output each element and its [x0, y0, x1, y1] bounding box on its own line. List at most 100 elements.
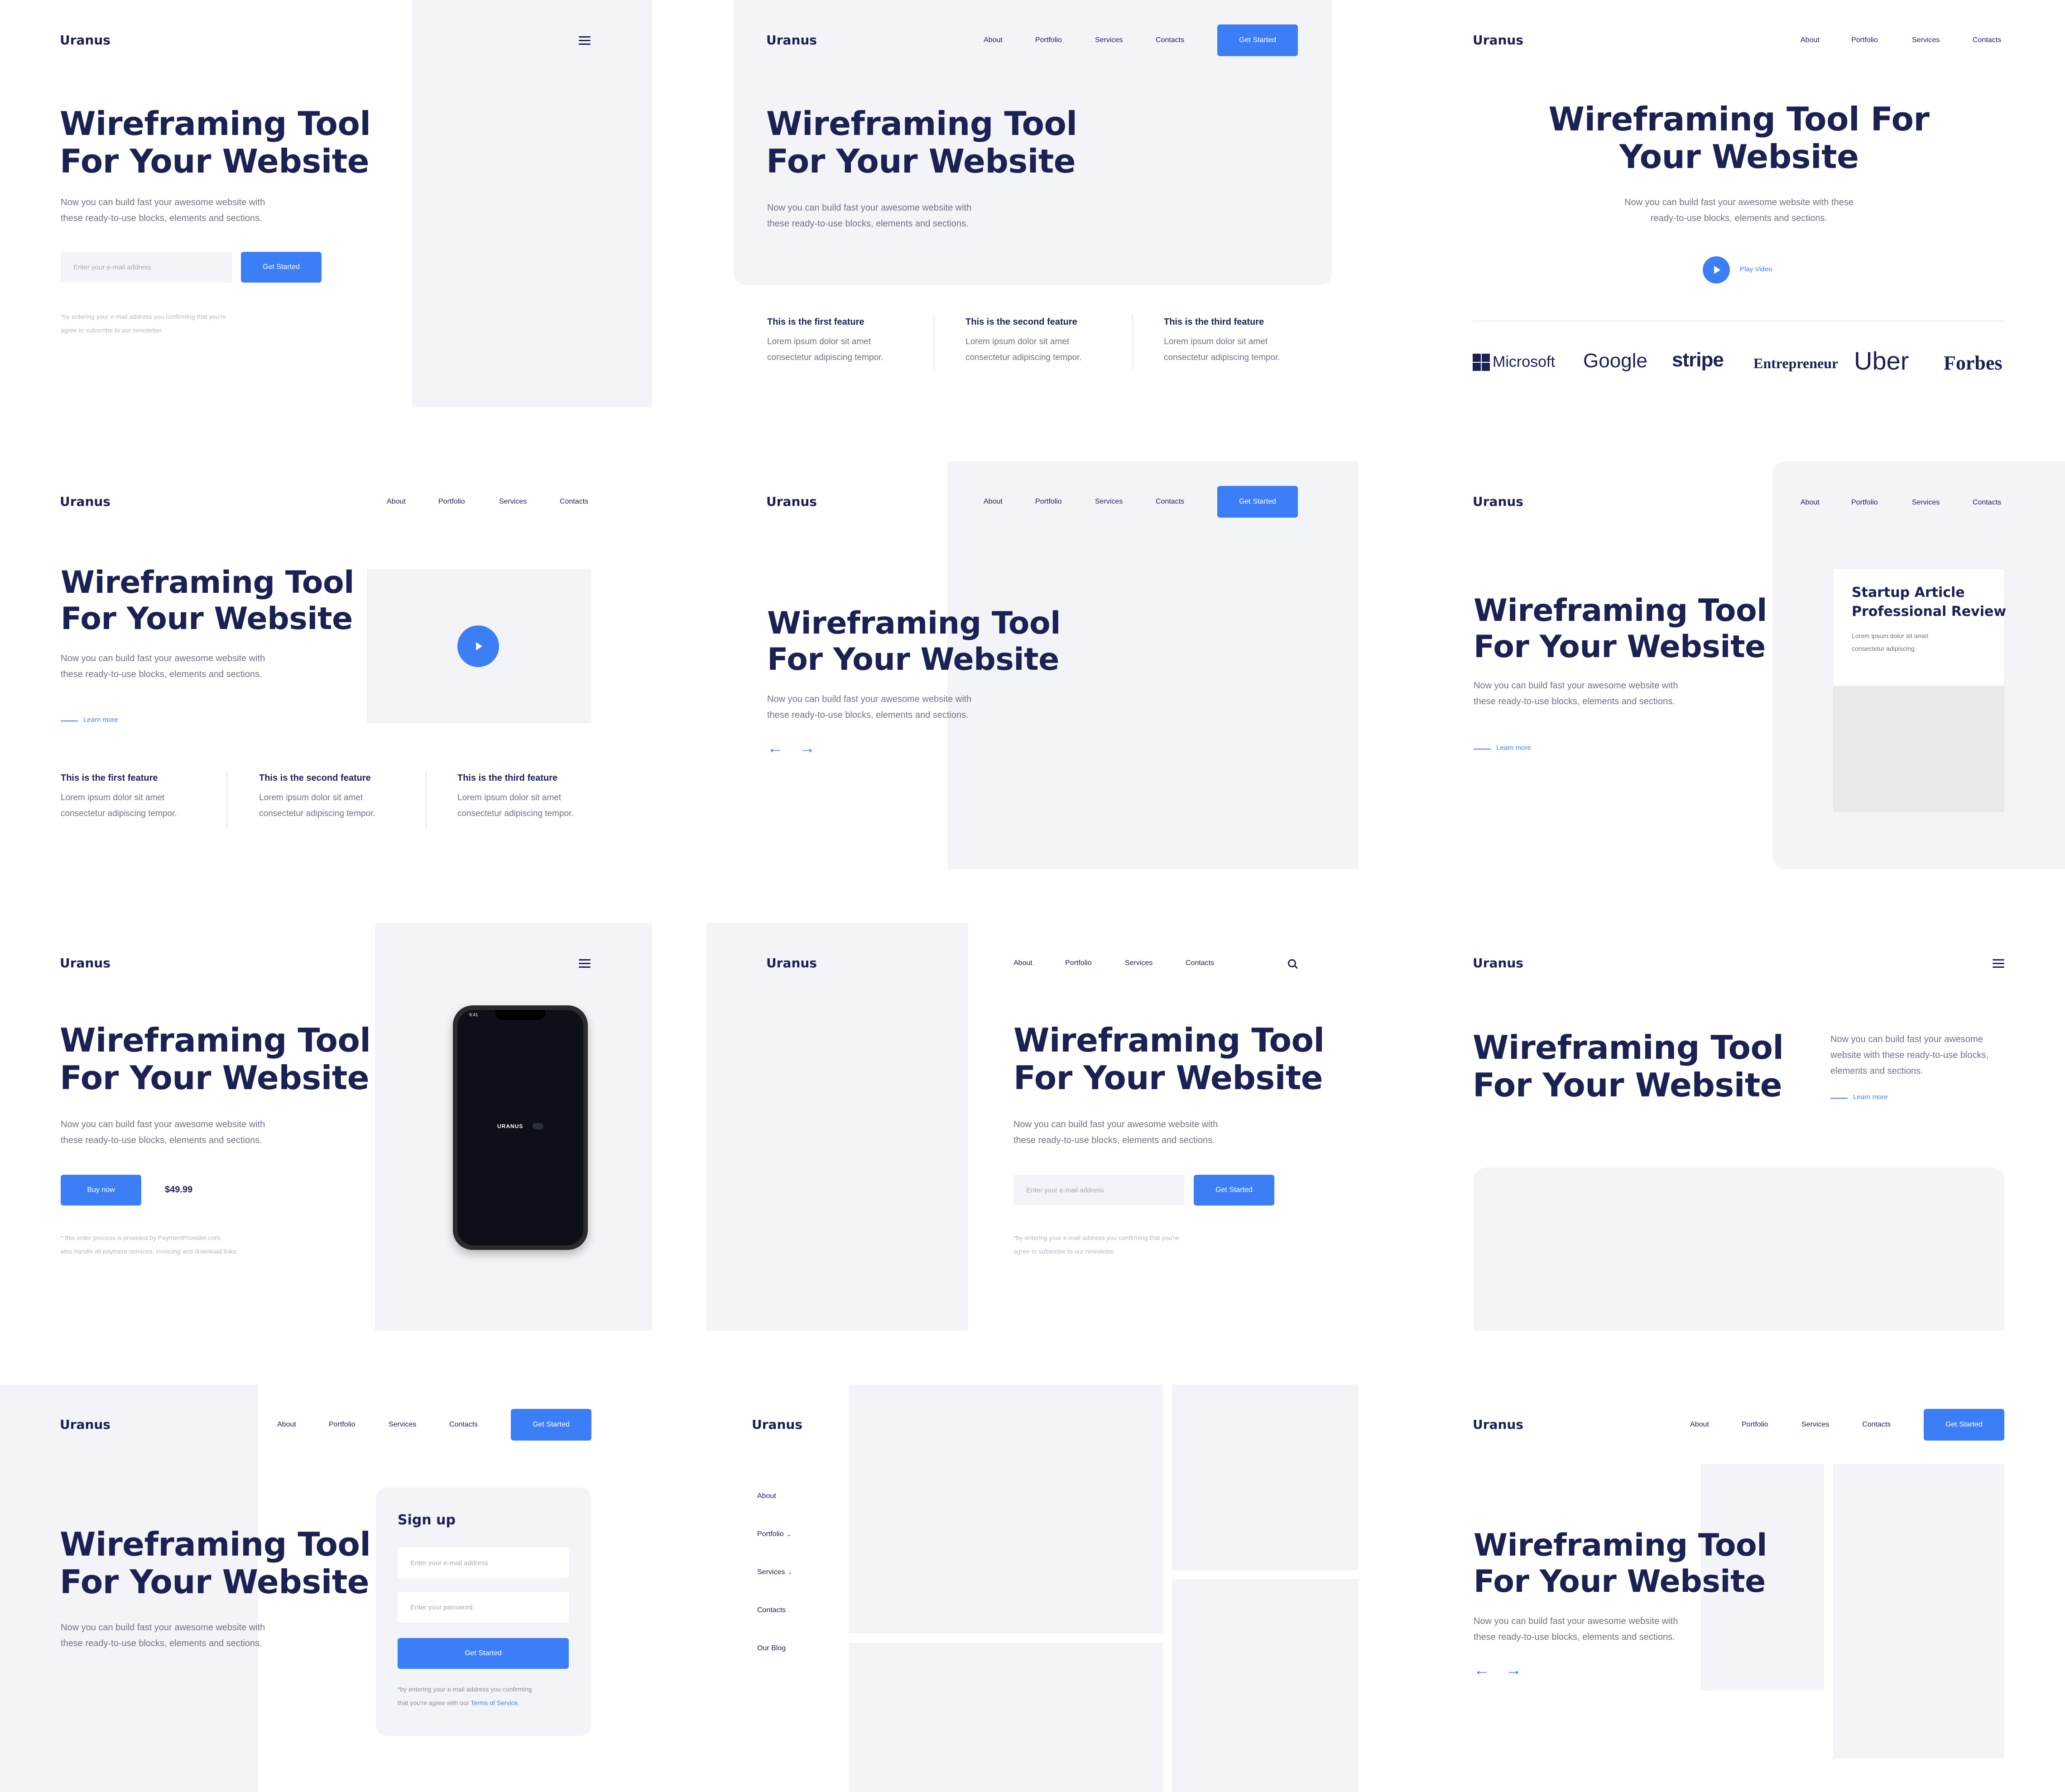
email-input[interactable]: Enter your e-mail address — [61, 252, 232, 283]
logo[interactable]: Uranus — [60, 33, 110, 48]
hero-subtitle: Now you can build fast your awesome webs… — [1474, 681, 1678, 706]
logo[interactable]: Uranus — [752, 1417, 802, 1432]
nav-portfolio[interactable]: Portfolio — [1035, 36, 1062, 44]
terms-link[interactable]: Terms of Service. — [471, 1699, 519, 1706]
panel-sidebar-gallery: Uranus About Portfolio ⌄ Services ⌄ Contac… — [706, 1384, 1359, 1792]
logo[interactable]: Uranus — [1473, 494, 1523, 509]
play-video-link[interactable]: Play Video — [1740, 265, 1772, 273]
logo[interactable]: Uranus — [60, 494, 110, 509]
menu-icon[interactable] — [579, 36, 591, 45]
get-started-button[interactable]: Get Started — [241, 252, 322, 283]
logo[interactable]: Uranus — [60, 1417, 110, 1432]
arrow-left-icon[interactable]: ← — [767, 740, 783, 756]
nav-about[interactable]: About — [984, 36, 1003, 44]
feature-2: This is the second feature Lorem ipsum do… — [259, 773, 375, 818]
play-video-button[interactable] — [457, 625, 499, 667]
learn-more-link[interactable]: Learn more — [1496, 744, 1531, 752]
nav-about[interactable]: About — [387, 498, 406, 506]
learn-more-link[interactable]: Learn more — [1853, 1093, 1888, 1101]
chevron-down-icon: ⌄ — [786, 1531, 791, 1537]
signup-email-input[interactable]: Enter your e-mail address — [398, 1547, 569, 1578]
nav-contacts[interactable]: Contacts — [1186, 959, 1214, 967]
nav-services[interactable]: Services — [1125, 959, 1153, 967]
article-card[interactable]: Startup Article Professional Review Lorem… — [1833, 568, 2006, 686]
get-started-button[interactable]: Get Started — [1194, 1175, 1274, 1206]
google-logo: Google — [1583, 350, 1647, 372]
search-icon[interactable] — [1288, 959, 1298, 969]
nav-about[interactable]: About — [1690, 1421, 1709, 1429]
nav-portfolio[interactable]: Portfolio — [1851, 499, 1878, 507]
sidebar-item-portfolio[interactable]: Portfolio ⌄ — [757, 1530, 791, 1538]
nav-portfolio[interactable]: Portfolio — [329, 1421, 355, 1429]
learn-more-link[interactable]: Learn more — [83, 716, 118, 724]
hero-title: Wireframing Tool For Your Website — [1013, 1021, 1325, 1097]
hero-subtitle: Now you can build fast your awesome webs… — [1624, 197, 1854, 223]
nav-about[interactable]: About — [277, 1421, 296, 1429]
logo[interactable]: Uranus — [766, 494, 817, 509]
nav-services[interactable]: Services — [1801, 1421, 1829, 1429]
logo[interactable]: Uranus — [1473, 1417, 1523, 1432]
feature-2: This is the second feature Lorem ipsum do… — [965, 317, 1082, 362]
menu-icon[interactable] — [579, 959, 591, 968]
sidebar-item-blog[interactable]: Our Blog — [757, 1644, 786, 1653]
nav-portfolio[interactable]: Portfolio — [438, 498, 465, 506]
logo[interactable]: Uranus — [766, 956, 817, 970]
get-started-button[interactable]: Get Started — [1217, 486, 1298, 518]
nav-contacts[interactable]: Contacts — [560, 498, 588, 506]
nav-portfolio[interactable]: Portfolio — [1742, 1421, 1768, 1429]
nav-contacts[interactable]: Contacts — [1156, 36, 1184, 44]
sidebar-item-about[interactable]: About — [757, 1492, 776, 1500]
sidebar-item-contacts[interactable]: Contacts — [757, 1606, 786, 1614]
learn-more-dash — [1830, 1098, 1848, 1099]
get-started-button[interactable]: Get Started — [511, 1409, 591, 1441]
nav-about[interactable]: About — [1801, 36, 1820, 44]
gallery-tile — [1172, 1384, 1359, 1570]
get-started-button[interactable]: Get Started — [1217, 24, 1298, 56]
nav-services[interactable]: Services — [499, 498, 527, 506]
phone-time: 9:41 — [469, 1013, 478, 1018]
signup-title: Sign up — [398, 1512, 456, 1528]
panel-hero-columns: Uranus About Portfolio Services Contacts… — [1413, 1384, 2065, 1792]
signup-password-input[interactable]: Enter your password — [398, 1592, 569, 1623]
get-started-button[interactable]: Get Started — [1924, 1409, 2004, 1441]
arrow-right-icon[interactable]: → — [1505, 1662, 1522, 1678]
panel-hero-newsletter: Uranus Wireframing Tool For Your Website … — [0, 0, 652, 408]
nav-contacts[interactable]: Contacts — [1862, 1421, 1891, 1429]
logo[interactable]: Uranus — [1473, 33, 1523, 48]
nav-services[interactable]: Services — [1912, 36, 1940, 44]
nav-portfolio[interactable]: Portfolio — [1035, 498, 1062, 506]
logo[interactable]: Uranus — [766, 33, 817, 48]
menu-icon[interactable] — [1993, 959, 2004, 968]
sidebar-item-services[interactable]: Services ⌄ — [757, 1568, 792, 1576]
nav-about[interactable]: About — [1013, 959, 1032, 967]
nav-portfolio[interactable]: Portfolio — [1851, 36, 1878, 44]
nav-about[interactable]: About — [984, 498, 1003, 506]
arrow-right-icon[interactable]: → — [799, 740, 815, 756]
nav-portfolio[interactable]: Portfolio — [1065, 959, 1092, 967]
arrow-left-icon[interactable]: ← — [1474, 1662, 1490, 1678]
nav-services[interactable]: Services — [1095, 498, 1123, 506]
nav-contacts[interactable]: Contacts — [1156, 498, 1184, 506]
windows-icon — [1473, 353, 1490, 371]
nav-about[interactable]: About — [1801, 499, 1820, 507]
hero-subtitle: Now you can build fast your awesome webs… — [61, 1623, 265, 1648]
nav-services[interactable]: Services — [1095, 36, 1123, 44]
nav-contacts[interactable]: Contacts — [449, 1421, 478, 1429]
buy-now-button[interactable]: Buy now — [61, 1175, 141, 1206]
nav-contacts[interactable]: Contacts — [1973, 36, 2001, 44]
signup-submit-button[interactable]: Get Started — [398, 1638, 569, 1669]
nav-contacts[interactable]: Contacts — [1973, 499, 2001, 507]
microsoft-logo: Microsoft — [1473, 353, 1555, 371]
logo[interactable]: Uranus — [1473, 956, 1523, 970]
play-video-button[interactable] — [1703, 256, 1730, 283]
wide-image-placeholder — [1474, 1167, 2004, 1331]
hero-title: Wireframing Tool For Your Website — [767, 605, 1061, 677]
gallery-tile — [849, 1643, 1163, 1792]
panel-hero-signup: Uranus About Portfolio Services Contacts… — [0, 1384, 652, 1792]
email-input[interactable]: Enter your e-mail address — [1013, 1175, 1185, 1206]
nav-services[interactable]: Services — [1912, 499, 1940, 507]
logo[interactable]: Uranus — [60, 956, 110, 970]
payment-note: * this order process is provided by Paym… — [61, 1234, 238, 1255]
phone-notch — [495, 1010, 545, 1020]
nav-services[interactable]: Services — [389, 1421, 416, 1429]
